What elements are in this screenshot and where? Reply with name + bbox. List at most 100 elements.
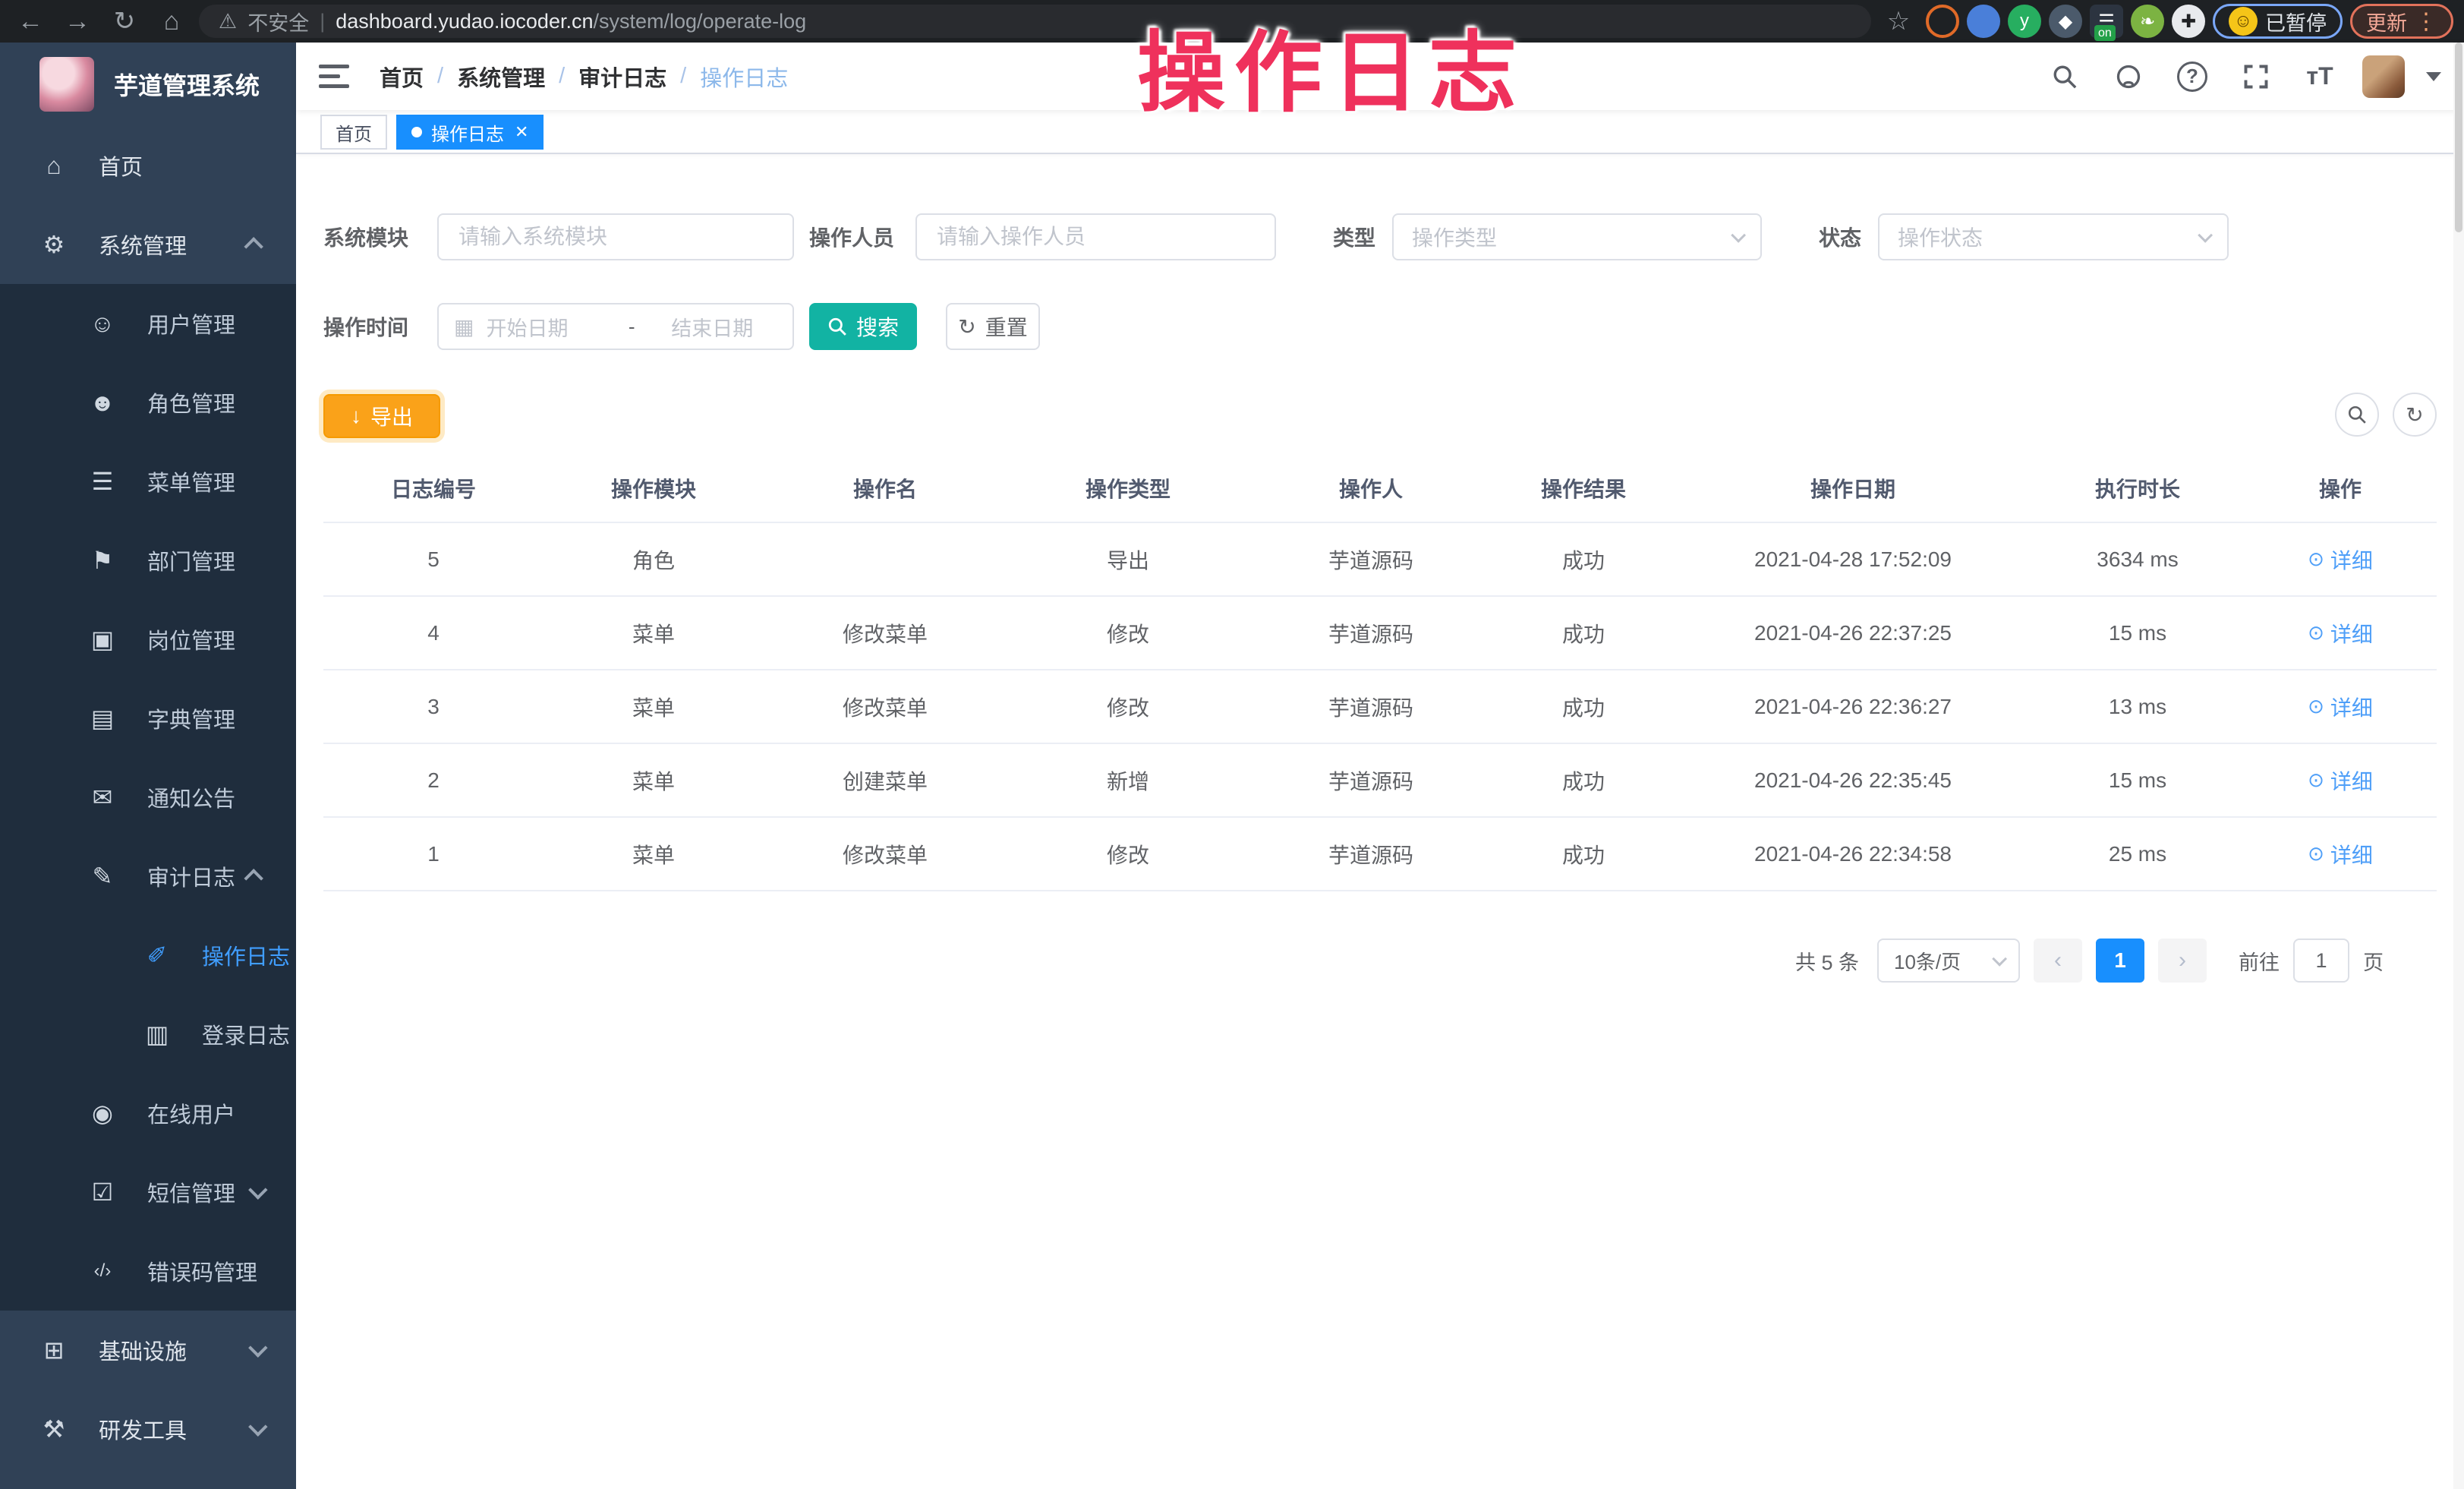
sidebar-item-login-log[interactable]: ▥ 登录日志 — [0, 995, 296, 1074]
page-1-button[interactable]: 1 — [2096, 939, 2144, 983]
sidebar-item-system[interactable]: ⚙ 系统管理 — [0, 205, 296, 284]
browser-back-icon[interactable]: ← — [11, 5, 50, 38]
extension-gem-icon[interactable]: ◆ — [2049, 5, 2082, 38]
browser-reload-icon[interactable]: ↻ — [105, 5, 144, 38]
extension-list-icon[interactable]: ☰ on — [2090, 5, 2123, 38]
export-button[interactable]: ↓ 导出 — [323, 394, 440, 438]
time-label: 操作时间 — [323, 311, 414, 342]
github-icon[interactable] — [2107, 55, 2150, 98]
sidebar-item-dict[interactable]: ▤ 字典管理 — [0, 679, 296, 758]
sidebar-item-infrastructure[interactable]: ⊞ 基础设施 — [0, 1311, 296, 1390]
extension-leaf-icon[interactable]: ❧ — [2131, 5, 2164, 38]
sidebar-item-departments[interactable]: ⚑ 部门管理 — [0, 521, 296, 600]
next-page-button[interactable]: › — [2158, 939, 2207, 983]
scrollbar-thumb[interactable] — [2455, 43, 2462, 232]
eye-icon: ⊙ — [2308, 695, 2324, 718]
audit-log-icon: ✎ — [83, 862, 121, 891]
bookmark-star-icon[interactable]: ☆ — [1879, 5, 1918, 38]
table-header-row: 日志编号 操作模块 操作名 操作类型 操作人 操作结果 操作日期 执行时长 操作 — [323, 452, 2437, 522]
page-scrollbar[interactable] — [2453, 43, 2464, 1489]
goto-page-input[interactable] — [2293, 939, 2349, 983]
page-size-select[interactable]: 10条/页 — [1877, 939, 2020, 983]
update-label: 更新 — [2366, 7, 2407, 36]
module-label: 系统模块 — [323, 222, 414, 252]
message-icon: ✉ — [83, 783, 121, 812]
user-avatar[interactable] — [2362, 55, 2405, 98]
breadcrumb-audit[interactable]: 审计日志 — [578, 61, 666, 93]
post-icon: ▣ — [83, 625, 121, 654]
reset-button[interactable]: ↻ 重置 — [946, 303, 1040, 350]
refresh-table-button[interactable]: ↻ — [2393, 393, 2437, 437]
browser-update-button[interactable]: 更新 ⋮ — [2350, 4, 2453, 39]
profile-paused-chip[interactable]: ☺ 已暂停 — [2213, 4, 2343, 39]
col-date: 操作日期 — [1675, 452, 2031, 522]
start-date-input[interactable]: 开始日期 — [486, 312, 616, 342]
operator-input[interactable] — [915, 213, 1276, 260]
users-icon: ☻ — [83, 389, 121, 417]
app-title: 芋道管理系统 — [114, 67, 260, 102]
hamburger-icon[interactable] — [319, 59, 354, 94]
search-button[interactable]: 搜索 — [809, 303, 917, 350]
breadcrumb-current: 操作日志 — [700, 61, 788, 93]
sidebar-item-home[interactable]: ⌂ 首页 — [0, 126, 296, 205]
chevron-up-icon — [244, 869, 263, 888]
sidebar-item-audit-log[interactable]: ✎ 审计日志 — [0, 837, 296, 916]
end-date-input[interactable]: 结束日期 — [648, 312, 777, 342]
fullscreen-icon[interactable] — [2235, 55, 2277, 98]
detail-link[interactable]: ⊙详细 — [2308, 692, 2373, 722]
col-log-id: 日志编号 — [323, 452, 544, 522]
help-icon[interactable]: ? — [2171, 55, 2214, 98]
menu-list-icon: ☰ — [83, 467, 121, 496]
extension-orange-icon[interactable] — [1926, 5, 1959, 38]
avatar-caret-icon[interactable] — [2426, 72, 2441, 81]
col-action: 操作 — [2244, 452, 2437, 522]
sidebar-logo-row[interactable]: 芋道管理系统 — [0, 43, 296, 126]
browser-toolbar: ← → ↻ ⌂ ⚠ 不安全 | dashboard.yudao.iocoder.… — [0, 0, 2464, 43]
detail-link[interactable]: ⊙详细 — [2308, 544, 2373, 575]
sidebar-item-operate-log[interactable]: ✐ 操作日志 — [0, 916, 296, 995]
address-bar[interactable]: ⚠ 不安全 | dashboard.yudao.iocoder.cn/syste… — [199, 5, 1871, 38]
module-input[interactable] — [437, 213, 794, 260]
prev-page-button[interactable]: ‹ — [2034, 939, 2082, 983]
org-tree-icon: ⚑ — [83, 546, 121, 575]
font-size-icon[interactable]: ᴛT — [2299, 55, 2341, 98]
sidebar-item-notice[interactable]: ✉ 通知公告 — [0, 758, 296, 837]
sidebar-item-online-users[interactable]: ◉ 在线用户 — [0, 1074, 296, 1153]
table-row: 1 菜单 修改菜单 修改 芋道源码 成功 2021-04-26 22:34:58… — [323, 817, 2437, 891]
chevron-down-icon — [1992, 951, 2007, 967]
detail-link[interactable]: ⊙详细 — [2308, 618, 2373, 648]
sidebar-item-users[interactable]: ☺ 用户管理 — [0, 284, 296, 363]
detail-link[interactable]: ⊙详细 — [2308, 765, 2373, 796]
tab-home[interactable]: 首页 — [320, 115, 387, 150]
status-select[interactable]: 操作状态 — [1878, 213, 2229, 260]
monitor-icon: ⊞ — [35, 1336, 73, 1364]
browser-home-icon[interactable]: ⌂ — [152, 5, 191, 38]
type-label: 类型 — [1333, 222, 1379, 252]
col-type: 操作类型 — [1007, 452, 1249, 522]
sidebar-item-sms[interactable]: ☑ 短信管理 — [0, 1153, 296, 1232]
sidebar-item-posts[interactable]: ▣ 岗位管理 — [0, 600, 296, 679]
sidebar-item-menus[interactable]: ☰ 菜单管理 — [0, 442, 296, 521]
detail-link[interactable]: ⊙详细 — [2308, 839, 2373, 869]
sidebar-item-dev-tools[interactable]: ⚒ 研发工具 — [0, 1390, 296, 1468]
gear-icon: ⚙ — [35, 230, 73, 259]
date-range-picker[interactable]: ▦ 开始日期 - 结束日期 — [437, 303, 794, 350]
extension-green-icon[interactable]: y — [2008, 5, 2041, 38]
chevron-up-icon — [244, 237, 263, 256]
browser-forward-icon[interactable]: → — [58, 5, 97, 38]
extension-blue-icon[interactable] — [1967, 5, 2000, 38]
breadcrumb-home[interactable]: 首页 — [380, 61, 424, 93]
eye-icon: ⊙ — [2308, 547, 2324, 571]
tab-operate-log[interactable]: 操作日志 ✕ — [396, 115, 544, 150]
close-icon[interactable]: ✕ — [515, 122, 528, 142]
extensions-puzzle-icon[interactable]: ✚ — [2172, 5, 2205, 38]
header-search-icon[interactable] — [2043, 55, 2086, 98]
toggle-search-button[interactable] — [2335, 393, 2379, 437]
sidebar-item-error-codes[interactable]: ‹/› 错误码管理 — [0, 1232, 296, 1311]
kebab-menu-icon[interactable]: ⋮ — [2415, 8, 2437, 35]
col-operator: 操作人 — [1249, 452, 1492, 522]
top-navbar: 首页 / 系统管理 / 审计日志 / 操作日志 ? ᴛT — [296, 43, 2464, 110]
breadcrumb-system[interactable]: 系统管理 — [457, 61, 545, 93]
sidebar-item-roles[interactable]: ☻ 角色管理 — [0, 363, 296, 442]
type-select[interactable]: 操作类型 — [1392, 213, 1762, 260]
